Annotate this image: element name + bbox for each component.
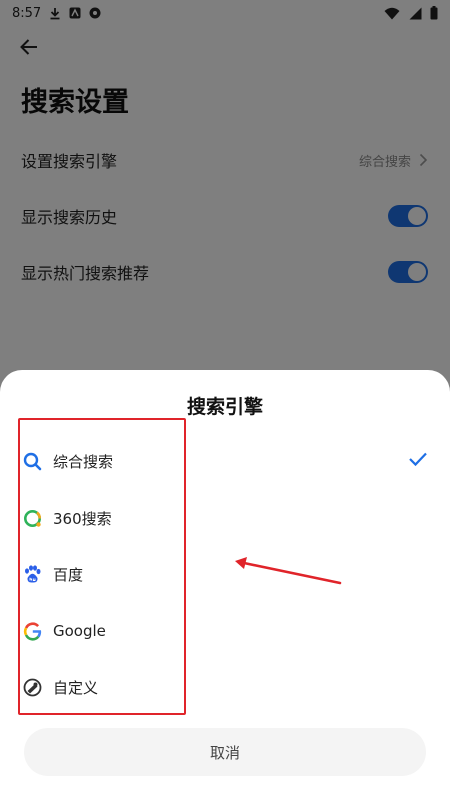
cancel-button[interactable]: 取消: [24, 728, 426, 776]
check-icon: [409, 452, 427, 467]
sheet-title: 搜索引擎: [186, 396, 263, 418]
annotation-highlight-box: [18, 418, 186, 715]
annotation-arrow-icon: [235, 557, 342, 585]
